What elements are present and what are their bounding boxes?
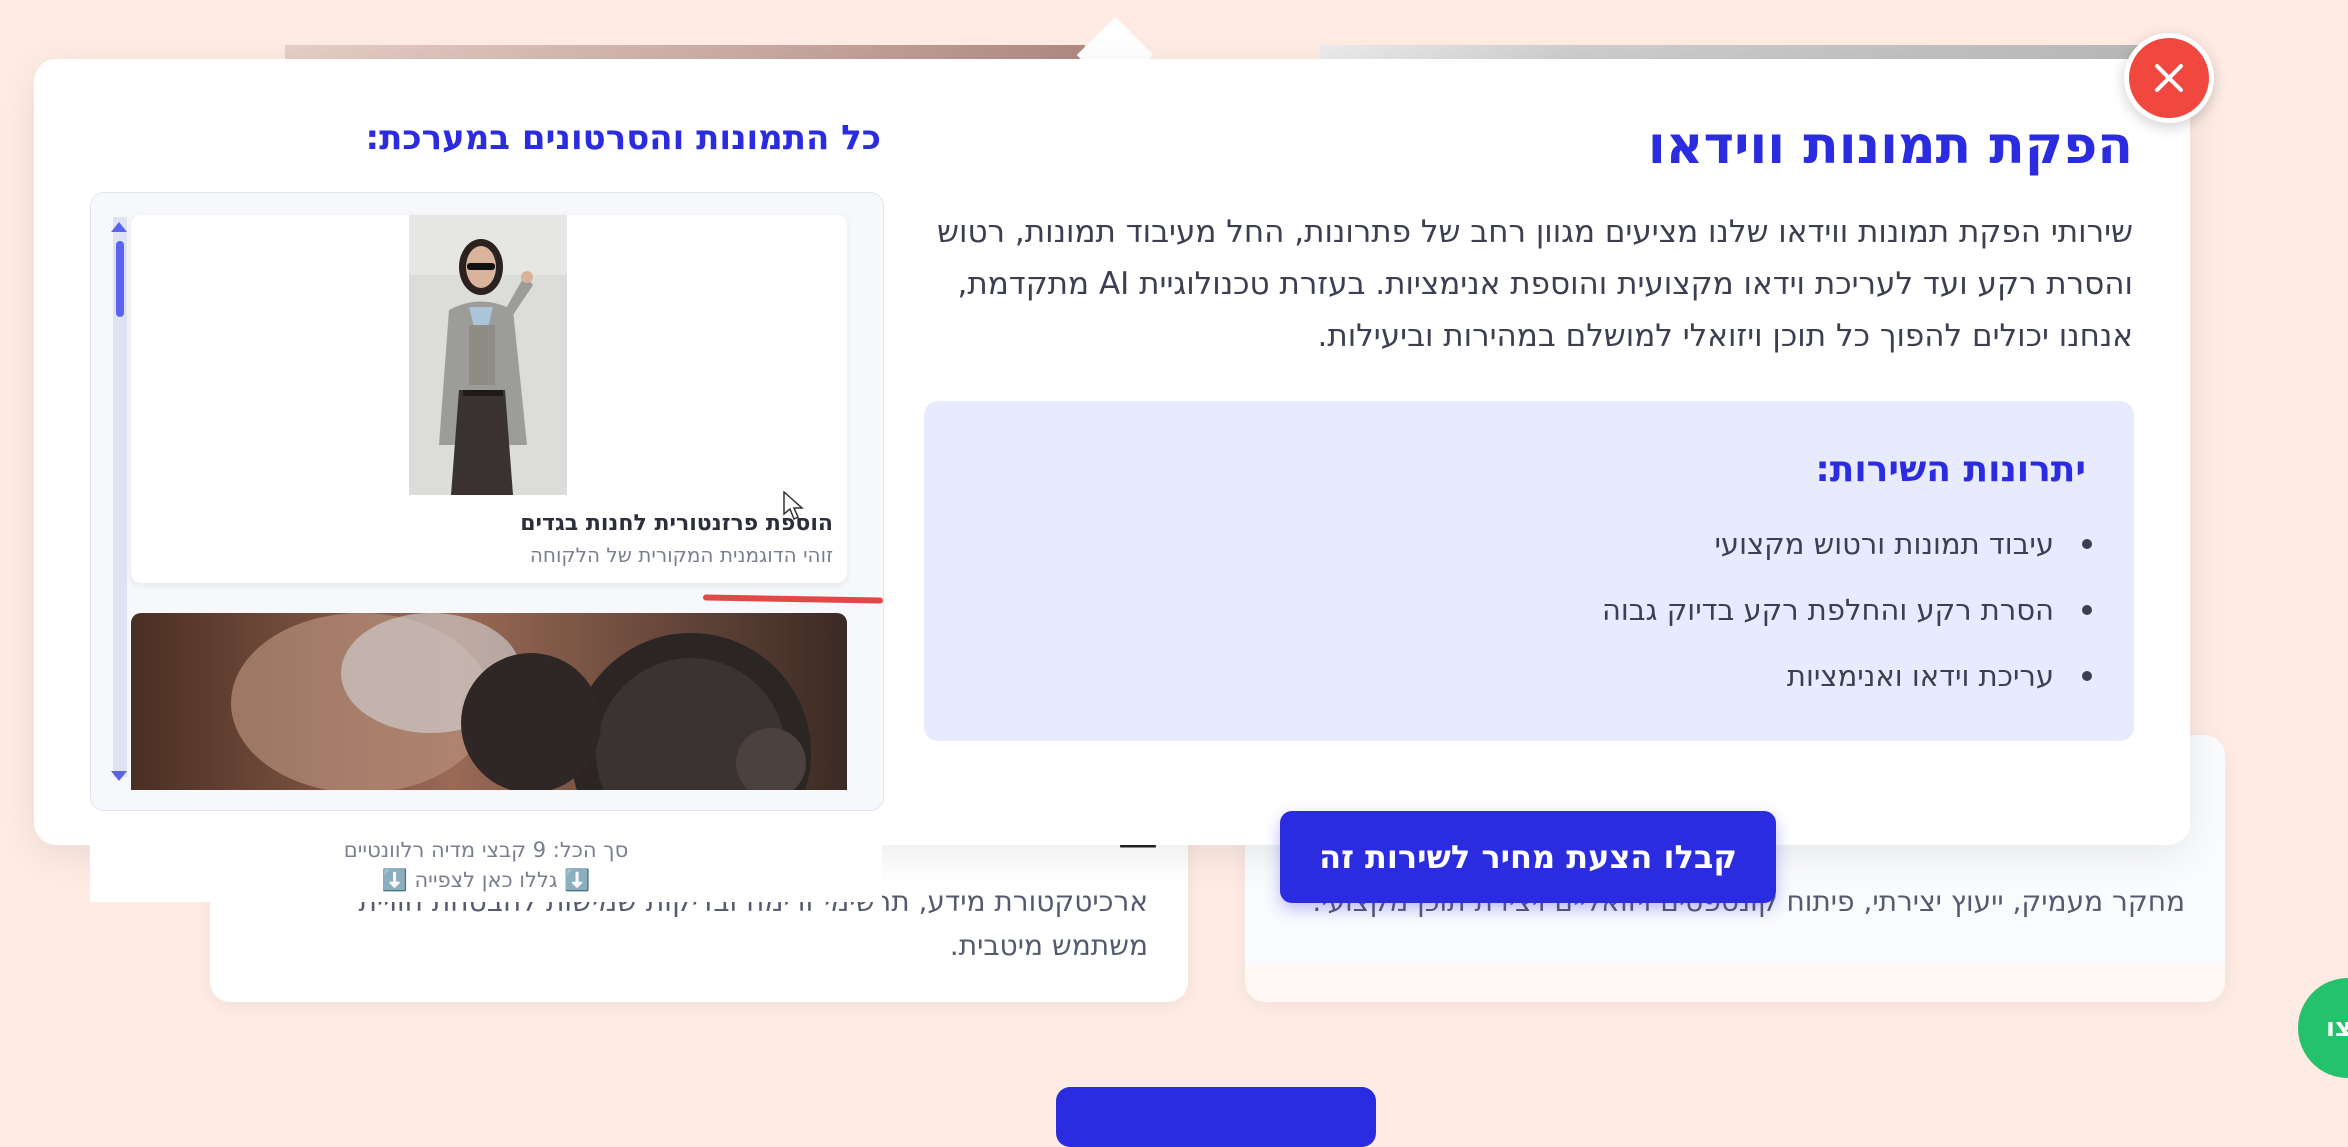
benefit-text: עיבוד תמונות ורטוש מקצועי <box>1714 527 2054 561</box>
media-thumbnail[interactable] <box>409 215 567 495</box>
gallery-footer: סך הכל: 9 קבצי מדיה רלוונטיים ⬇️ גללו כא… <box>90 820 882 902</box>
media-total-count: סך הכל: 9 קבצי מדיה רלוונטיים <box>343 838 629 862</box>
benefit-text: עריכת וידאו ואנימציות <box>1786 659 2054 693</box>
whatsapp-label: צו <box>2326 1013 2348 1043</box>
gallery-title: כל התמונות והסרטונים במערכת: <box>365 118 882 158</box>
scroll-hint-link[interactable]: ⬇️ גללו כאן לצפייה ⬇️ <box>90 868 882 893</box>
benefits-title: יתרונות השירות: <box>1815 449 2086 490</box>
benefit-text: הסרת רקע והחלפת רקע בדיוק גבוה <box>1601 593 2054 627</box>
bullet-icon <box>2082 539 2092 549</box>
get-quote-button[interactable]: קבלו הצעת מחיר לשירות זה <box>1280 811 1776 903</box>
modal-description: שירותי הפקת תמונות ווידאו שלנו מציעים מג… <box>937 214 2133 354</box>
scroll-down-icon[interactable] <box>111 771 127 781</box>
benefit-item: הסרת רקע והחלפת רקע בדיוק גבוה <box>1602 587 2092 653</box>
model-photo-icon <box>409 215 567 495</box>
benefit-item: עיבוד תמונות ורטוש מקצועי <box>1602 521 2092 587</box>
whatsapp-button[interactable]: צו <box>2298 978 2348 1078</box>
background-bottom-button[interactable] <box>1056 1087 1376 1147</box>
scroll-up-icon[interactable] <box>111 222 127 232</box>
gallery-scrollbar-thumb[interactable] <box>116 241 124 317</box>
media-card-subtitle: זוהי הדוגמנית המקורית של הלקוחה <box>529 543 833 567</box>
bullet-icon <box>2082 605 2092 615</box>
mouse-cursor-icon <box>783 491 804 521</box>
benefits-box: יתרונות השירות: עיבוד תמונות ורטוש מקצוע… <box>924 401 2134 741</box>
close-button[interactable] <box>2124 33 2214 123</box>
media-card[interactable] <box>131 613 847 790</box>
modal-title: הפקת תמונות ווידאו <box>1647 116 2133 176</box>
gym-photo-icon <box>131 613 847 790</box>
media-gallery[interactable]: הוספת פרזנטורית לחנות בגדים זוהי הדוגמני… <box>90 192 884 811</box>
benefits-list: עיבוד תמונות ורטוש מקצועי הסרת רקע והחלפ… <box>1602 521 2092 719</box>
close-icon <box>2155 64 2183 92</box>
highlight-mark <box>702 594 884 604</box>
benefit-item: עריכת וידאו ואנימציות <box>1602 653 2092 719</box>
media-card[interactable]: הוספת פרזנטורית לחנות בגדים זוהי הדוגמני… <box>131 215 847 583</box>
bullet-icon <box>2082 671 2092 681</box>
